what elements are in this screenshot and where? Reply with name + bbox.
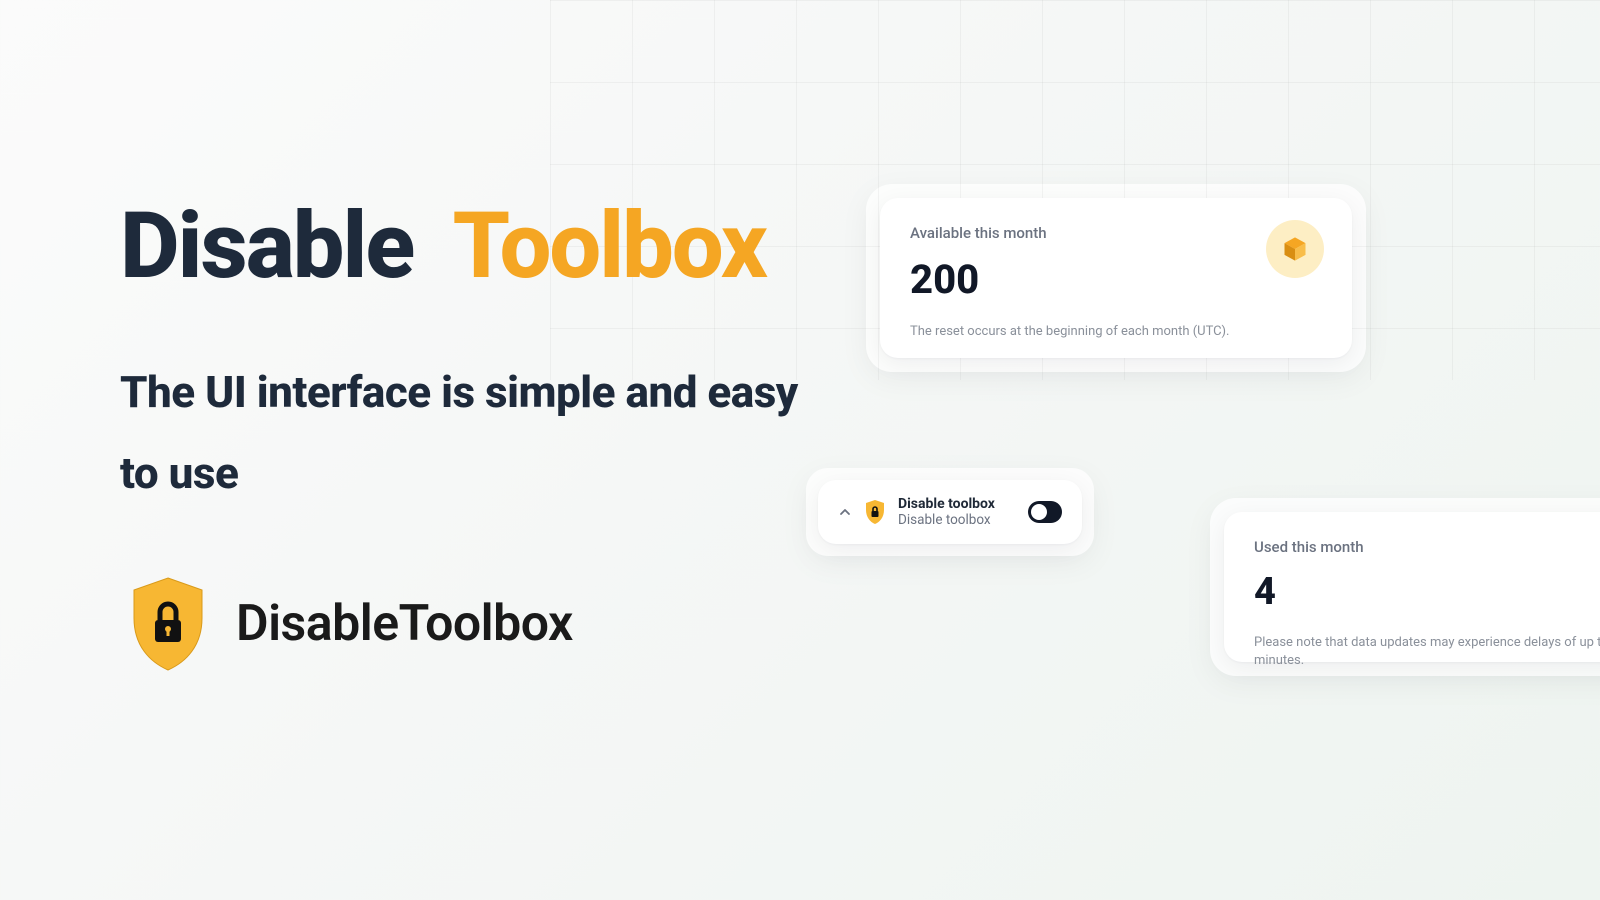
shield-lock-icon bbox=[864, 499, 886, 525]
switch-knob bbox=[1031, 504, 1047, 520]
stat-note: The reset occurs at the beginning of eac… bbox=[910, 323, 1322, 341]
stat-value: 4 bbox=[1254, 570, 1600, 614]
disable-toolbox-switch[interactable] bbox=[1028, 501, 1062, 523]
brand-name: DisableToolbox bbox=[236, 595, 573, 653]
stat-note: Please note that data updates may experi… bbox=[1254, 634, 1600, 670]
cube-icon bbox=[1266, 220, 1324, 278]
stat-value: 200 bbox=[910, 256, 1322, 303]
chevron-up-icon[interactable] bbox=[838, 505, 852, 519]
toggle-subtitle: Disable toolbox bbox=[898, 512, 1016, 528]
hero-subtitle: The UI interface is simple and easy to u… bbox=[120, 352, 840, 515]
brand-lockup: DisableToolbox bbox=[128, 576, 573, 672]
toggle-labels: Disable toolbox Disable toolbox bbox=[898, 496, 1016, 528]
toggle-card-disable-toolbox: Disable toolbox Disable toolbox bbox=[818, 480, 1082, 544]
stat-label: Used this month bbox=[1254, 538, 1600, 556]
shield-lock-icon bbox=[128, 576, 208, 672]
hero-section: Disable Toolbox The UI interface is simp… bbox=[120, 200, 840, 515]
stat-label: Available this month bbox=[910, 224, 1322, 242]
hero-title-accent: Toolbox bbox=[453, 193, 766, 300]
toggle-title: Disable toolbox bbox=[898, 496, 1016, 512]
hero-title-primary: Disable bbox=[120, 193, 413, 300]
hero-title: Disable Toolbox bbox=[120, 200, 840, 294]
stat-card-used: Used this month 4 Please note that data … bbox=[1224, 512, 1600, 662]
stat-card-available: Available this month 200 The reset occur… bbox=[880, 198, 1352, 358]
